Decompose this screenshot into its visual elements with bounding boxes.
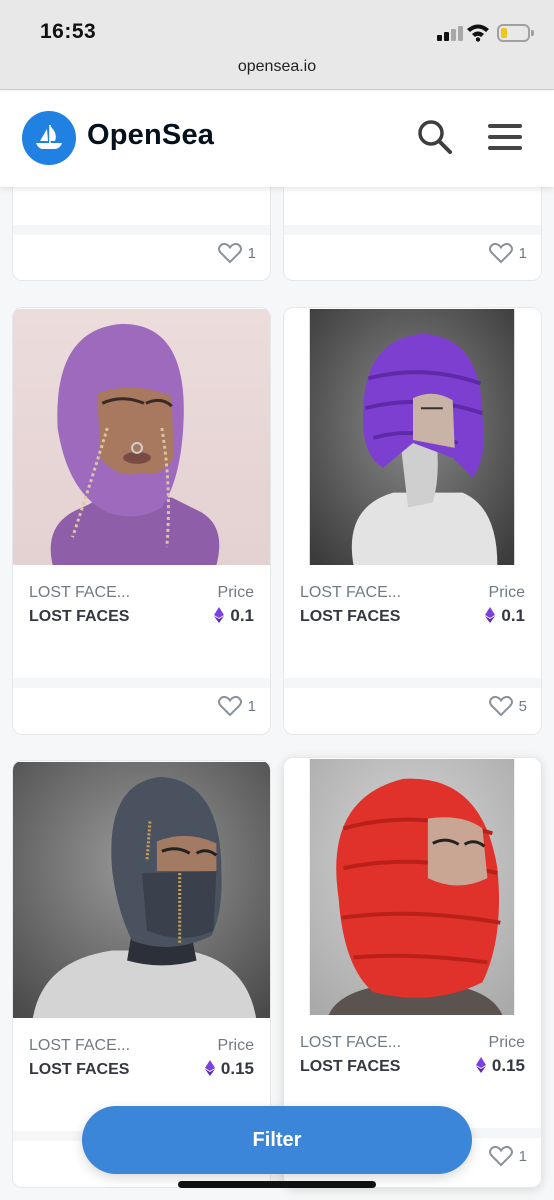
- price-value: 0.15: [475, 1056, 525, 1076]
- price-label: Price: [217, 1037, 254, 1054]
- collection-name[interactable]: LOST FACE...: [29, 1037, 130, 1055]
- battery-icon: [497, 24, 530, 42]
- like-count: 1: [518, 1147, 527, 1165]
- nft-image-purple-puffer-mask: [284, 308, 541, 566]
- opensea-logo-icon[interactable]: [22, 111, 76, 165]
- menu-icon[interactable]: [488, 124, 522, 150]
- filter-button[interactable]: Filter: [82, 1106, 472, 1174]
- collection-name[interactable]: LOST FACE...: [300, 1034, 401, 1052]
- nft-image-purple-knit-mask: [13, 308, 270, 566]
- heart-icon[interactable]: [488, 695, 513, 717]
- like-count: 1: [247, 697, 256, 715]
- search-icon[interactable]: [416, 118, 454, 156]
- item-name: LOST FACES: [300, 608, 401, 625]
- address-bar-url[interactable]: opensea.io: [0, 58, 554, 76]
- price-value: 0.15: [204, 1059, 254, 1079]
- eth-icon: [204, 1060, 215, 1076]
- item-name: LOST FACES: [300, 1058, 401, 1075]
- site-header: OpenSea: [0, 91, 554, 187]
- item-name: LOST FACES: [29, 1061, 130, 1078]
- heart-icon[interactable]: [217, 242, 242, 264]
- like-count: 1: [518, 244, 527, 262]
- brand-name[interactable]: OpenSea: [87, 119, 214, 152]
- nft-image-grey-zip-mask: [13, 761, 270, 1019]
- eth-icon: [214, 607, 225, 623]
- collection-name[interactable]: LOST FACE...: [300, 584, 401, 602]
- price-value: 0.1: [214, 606, 254, 626]
- like-count: 1: [247, 244, 256, 262]
- nft-card[interactable]: LOST FACE... LOST FACES Price 0.1 5: [283, 307, 542, 735]
- nft-image-red-puffer-mask: [284, 758, 541, 1016]
- nft-card[interactable]: LOST FACE... LOST FACES Price 0.1 1: [12, 307, 271, 735]
- home-indicator[interactable]: [178, 1181, 376, 1188]
- heart-icon[interactable]: [488, 242, 513, 264]
- price-label: Price: [488, 1034, 525, 1051]
- item-name: LOST FACES: [29, 608, 130, 625]
- eth-icon: [475, 1057, 486, 1073]
- price-value: 0.1: [485, 606, 525, 626]
- heart-icon[interactable]: [217, 695, 242, 717]
- price-label: Price: [217, 584, 254, 601]
- like-count: 5: [518, 697, 527, 715]
- signal-icon: [437, 25, 463, 41]
- wifi-icon: [467, 24, 489, 42]
- status-time: 16:53: [40, 20, 97, 43]
- status-bar: 16:53 opensea.io: [0, 0, 554, 90]
- price-label: Price: [488, 584, 525, 601]
- eth-icon: [485, 607, 496, 623]
- collection-name[interactable]: LOST FACE...: [29, 584, 130, 602]
- heart-icon[interactable]: [488, 1145, 513, 1167]
